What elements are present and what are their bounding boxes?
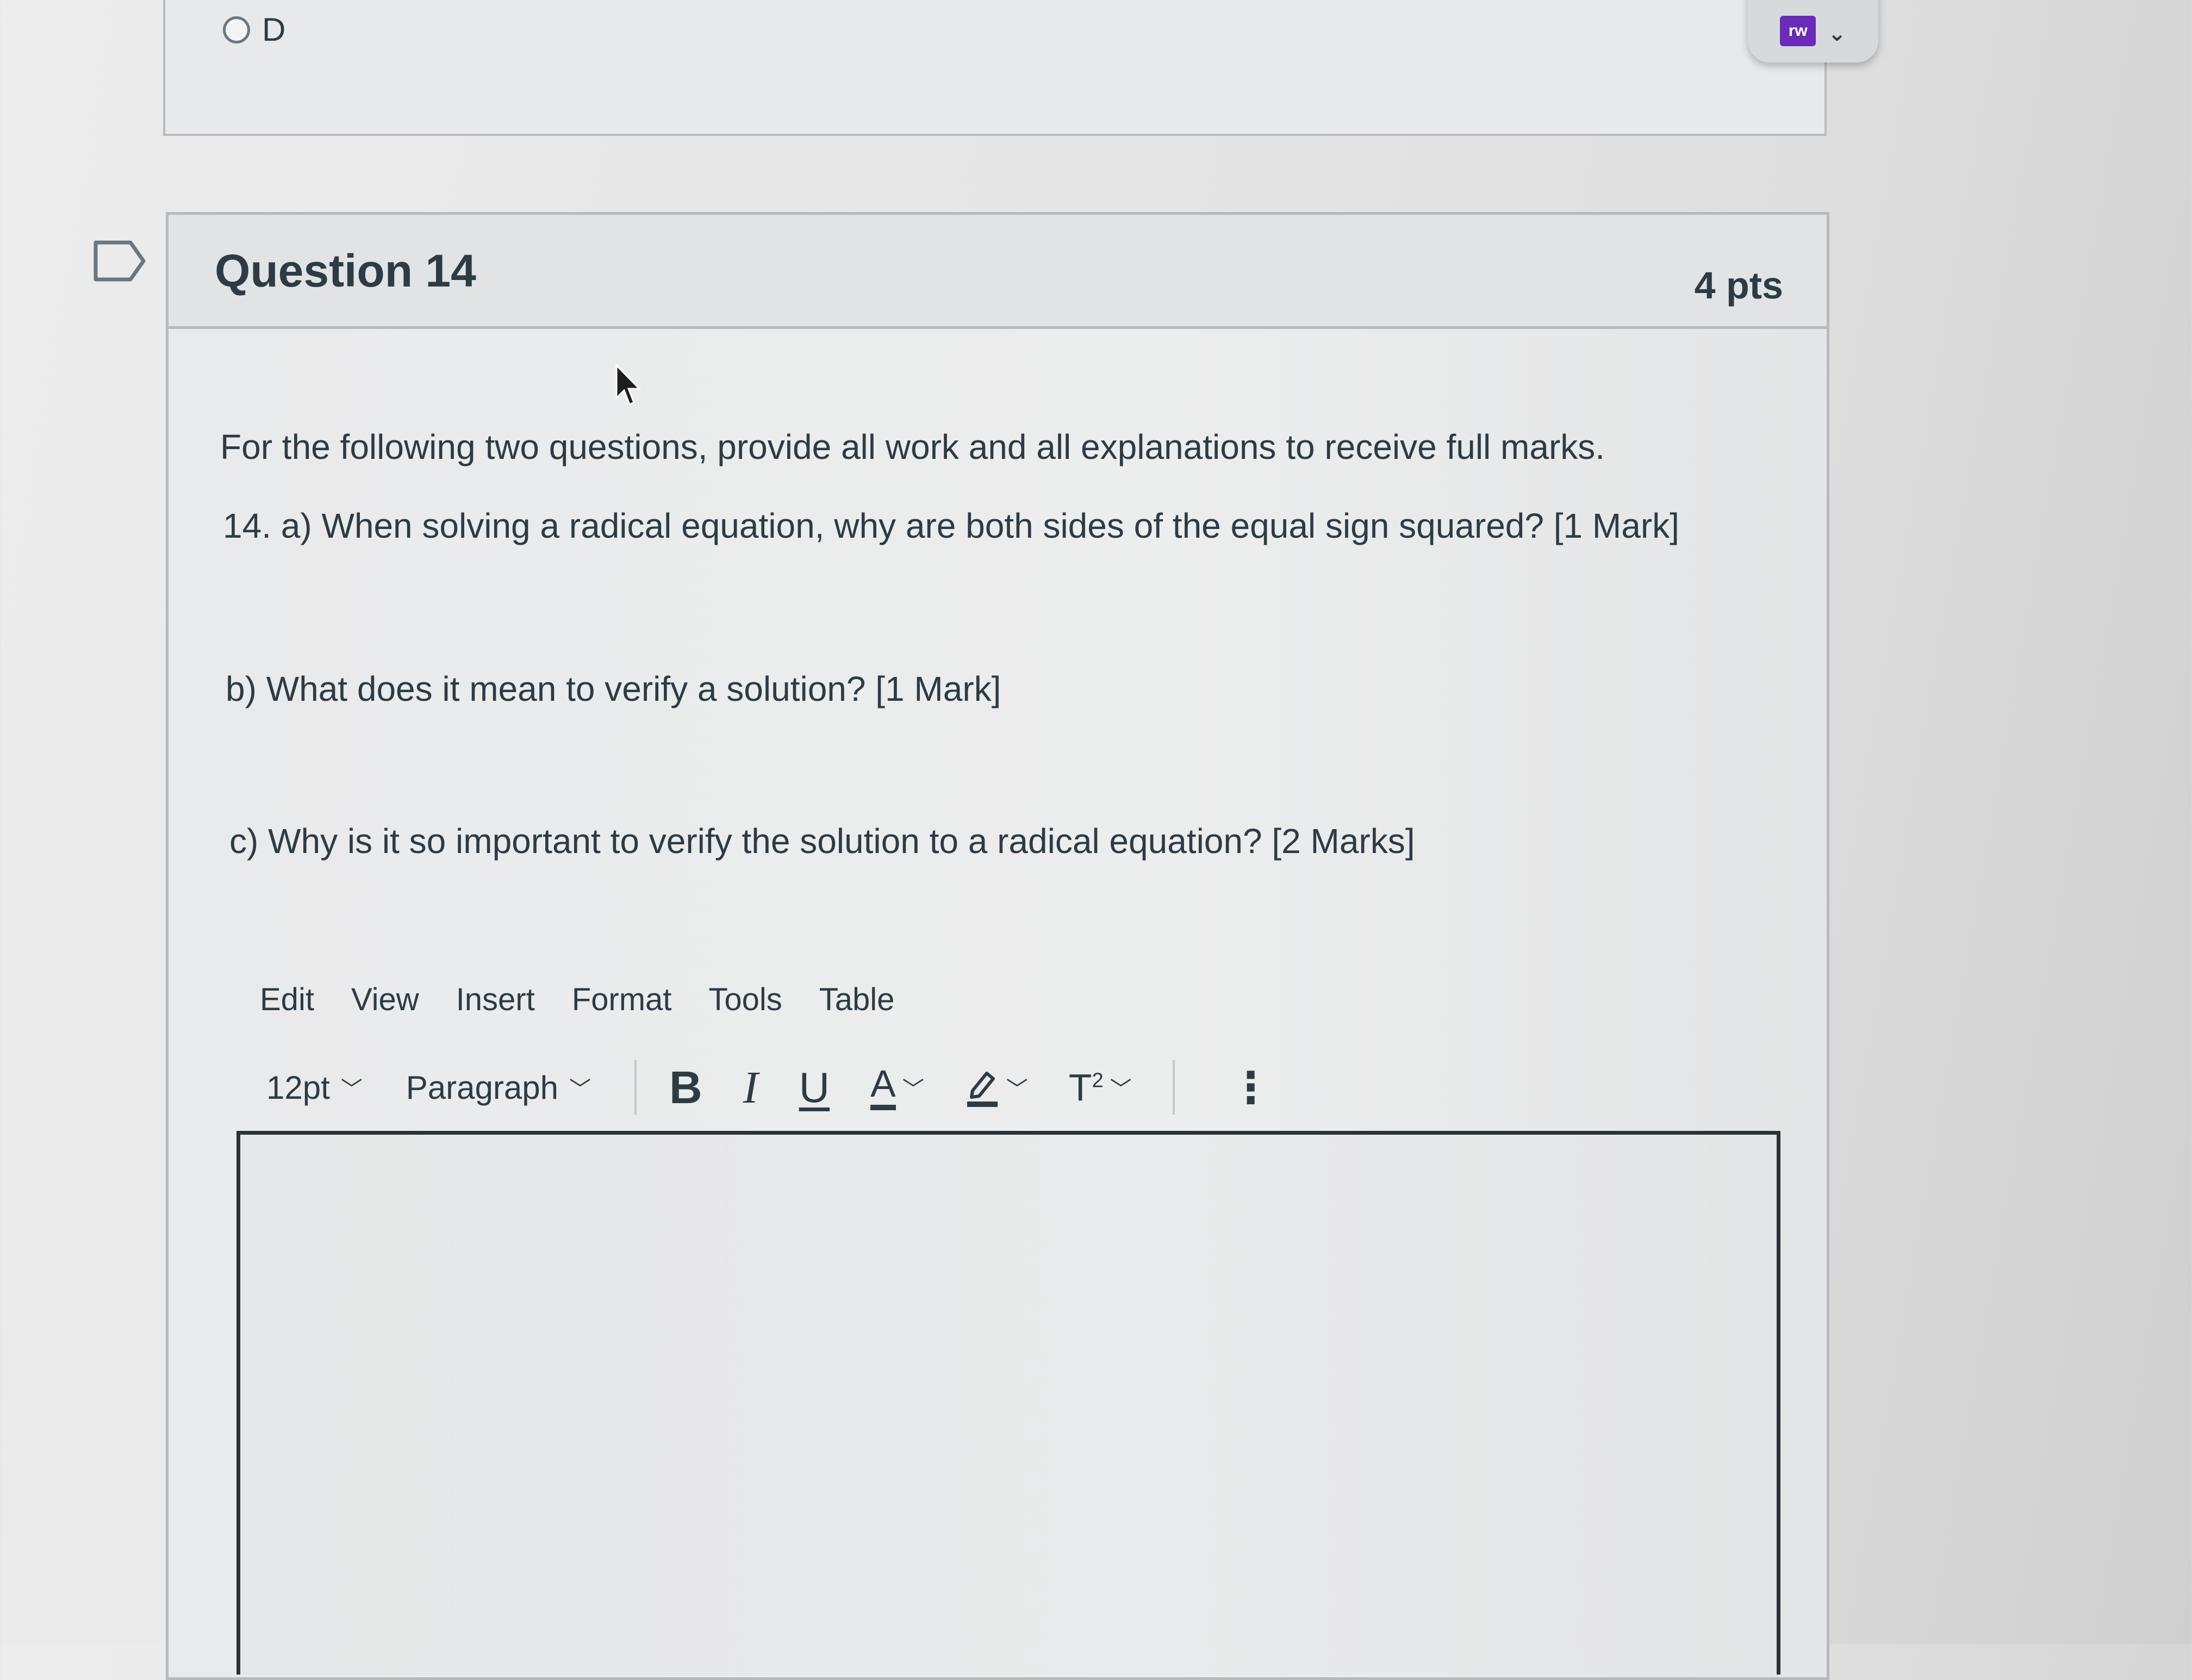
editor-toolbar: 12pt ﹀ Paragraph ﹀ B I U A ﹀ ﹀ T2 ﹀ ⋮ <box>266 1060 1273 1115</box>
block-format-value: Paragraph <box>406 1069 558 1106</box>
rich-text-editor-area[interactable] <box>236 1131 1780 1675</box>
chevron-down-icon[interactable]: ﹀ <box>1110 1072 1132 1103</box>
highlighter-icon <box>967 1072 998 1107</box>
answer-option-d[interactable]: D <box>223 11 285 48</box>
menu-view[interactable]: View <box>351 981 419 1018</box>
question-instructions: For the following two questions, provide… <box>220 427 1605 466</box>
italic-icon: I <box>743 1062 758 1113</box>
radio-button[interactable] <box>223 16 250 43</box>
readwrite-extension-toolbar[interactable]: rw ⌄ <box>1748 0 1878 63</box>
menu-table[interactable]: Table <box>819 981 895 1018</box>
underline-icon: U <box>799 1063 830 1111</box>
font-size-dropdown[interactable]: 12pt ﹀ <box>266 1069 363 1106</box>
chevron-down-icon: ﹀ <box>569 1078 591 1102</box>
option-label: D <box>262 11 286 48</box>
menu-format[interactable]: Format <box>572 981 672 1018</box>
toolbar-divider <box>634 1060 637 1115</box>
question-header: Question 14 4 pts <box>169 215 1827 329</box>
chevron-down-icon[interactable]: ﹀ <box>1006 1072 1028 1103</box>
block-format-dropdown[interactable]: Paragraph ﹀ <box>406 1069 591 1106</box>
menu-insert[interactable]: Insert <box>456 981 535 1018</box>
bold-button[interactable]: B <box>669 1061 702 1114</box>
highlight-color-button[interactable]: ﹀ <box>965 1066 1028 1109</box>
chevron-down-icon[interactable]: ⌄ <box>1828 21 1846 46</box>
underline-button[interactable]: U <box>799 1063 830 1112</box>
readwrite-logo-icon[interactable]: rw <box>1780 16 1816 46</box>
question-title: Question 14 <box>215 245 476 296</box>
question-part-b: b) What does it mean to verify a solutio… <box>226 669 1001 708</box>
bold-icon: B <box>669 1061 702 1113</box>
question-points: 4 pts <box>1694 264 1783 307</box>
menu-tools[interactable]: Tools <box>708 981 782 1018</box>
flag-question-icon[interactable] <box>92 239 147 283</box>
text-color-icon: A <box>870 1065 896 1110</box>
text-color-button[interactable]: A ﹀ <box>870 1065 924 1110</box>
mouse-cursor-icon <box>615 364 642 406</box>
superscript-button[interactable]: T2 ﹀ <box>1069 1066 1132 1109</box>
more-options-icon[interactable]: ⋮ <box>1229 1062 1273 1113</box>
superscript-icon: T2 <box>1068 1066 1104 1109</box>
previous-question-card <box>163 0 1827 136</box>
menu-edit[interactable]: Edit <box>260 981 314 1018</box>
font-size-value: 12pt <box>266 1069 330 1106</box>
question-part-c: c) Why is it so important to verify the … <box>229 822 1415 861</box>
italic-button[interactable]: I <box>743 1061 758 1114</box>
editor-menubar: Edit View Insert Format Tools Table <box>260 981 931 1018</box>
toolbar-divider <box>1172 1060 1175 1115</box>
question-part-a: 14. a) When solving a radical equation, … <box>223 506 1679 545</box>
chevron-down-icon: ﹀ <box>340 1078 363 1102</box>
chevron-down-icon[interactable]: ﹀ <box>902 1072 924 1103</box>
